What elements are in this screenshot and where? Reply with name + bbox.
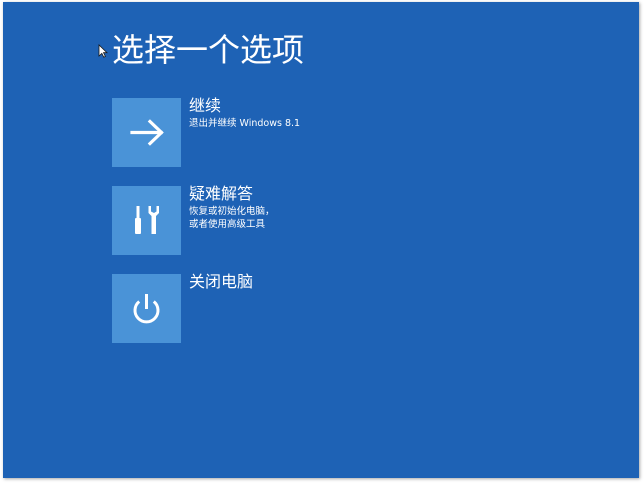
continue-description-line: 退出并继续 Windows 8.1 xyxy=(189,118,301,129)
arrow-right-icon xyxy=(130,119,164,146)
troubleshoot-title: 疑难解答 xyxy=(189,184,254,203)
continue-tile[interactable] xyxy=(112,98,181,167)
troubleshoot-tile[interactable] xyxy=(112,186,181,255)
page-title: 选择一个选项 xyxy=(112,31,305,69)
shutdown-tile[interactable] xyxy=(112,274,181,343)
troubleshoot-description: 恢复或初始化电脑， 或者使用高级工具 xyxy=(189,206,275,231)
troubleshoot-description-line-1: 恢复或初始化电脑， xyxy=(189,206,275,217)
shutdown-option[interactable]: 关闭电脑 xyxy=(112,272,412,344)
troubleshoot-description-line-2: 或者使用高级工具 xyxy=(189,218,266,230)
power-icon xyxy=(133,294,160,324)
continue-description: 退出并继续 Windows 8.1 xyxy=(189,118,300,131)
troubleshoot-option[interactable]: 疑难解答 恢复或初始化电脑， 或者使用高级工具 xyxy=(112,184,412,256)
tools-icon xyxy=(135,206,159,234)
continue-option[interactable]: 继续 退出并继续 Windows 8.1 xyxy=(112,96,412,168)
shutdown-title: 关闭电脑 xyxy=(189,272,254,291)
continue-title: 继续 xyxy=(189,96,222,115)
mouse-cursor-icon xyxy=(98,44,108,58)
boot-options-screen: 选择一个选项 继续 退出并继续 Windows 8.1 疑难解答 恢复或初始化电… xyxy=(3,2,639,478)
